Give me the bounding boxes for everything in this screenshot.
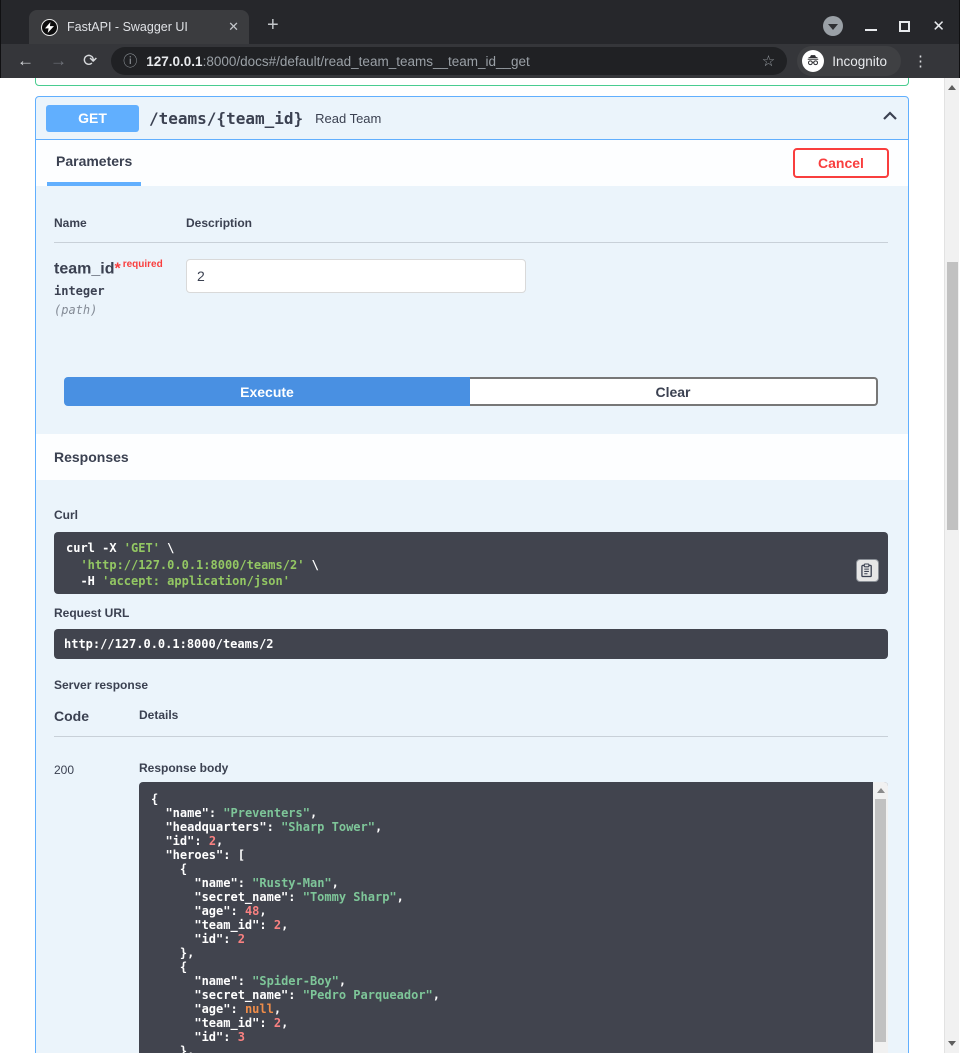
parameter-type: integer	[54, 284, 186, 298]
update-indicator-icon[interactable]	[823, 16, 843, 36]
maximize-button[interactable]	[899, 21, 910, 32]
new-tab-button[interactable]: +	[267, 14, 279, 37]
execute-row: Execute Clear	[64, 377, 878, 406]
parameters-section: Name Description team_id*required intege…	[36, 186, 908, 434]
parameter-name: team_id*required	[54, 259, 186, 278]
details-column-header: Details	[139, 708, 888, 724]
incognito-icon	[802, 50, 824, 72]
scroll-up-icon[interactable]	[877, 788, 885, 793]
parameter-row: team_id*required integer (path)	[54, 243, 888, 317]
curl-label: Curl	[54, 508, 888, 522]
reload-button[interactable]: ⟳	[83, 51, 97, 71]
browser-toolbar: ← → ⟳ ⓘ 127.0.0.1:8000/docs#/default/rea…	[0, 44, 960, 78]
response-body-block: { "name": "Preventers", "headquarters": …	[139, 782, 888, 1053]
scrollbar-thumb[interactable]	[875, 799, 886, 1042]
team-id-input[interactable]	[186, 259, 526, 293]
browser-titlebar: FastAPI - Swagger UI ✕ + ✕	[0, 0, 960, 44]
parameters-header: Parameters Cancel	[36, 140, 908, 186]
request-url-value: http://127.0.0.1:8000/teams/2	[54, 629, 888, 659]
code-column-header: Code	[54, 708, 139, 724]
bookmark-star-icon[interactable]: ☆	[762, 52, 775, 70]
tab-title: FastAPI - Swagger UI	[67, 20, 222, 34]
previous-opblock-partial	[35, 78, 909, 86]
swagger-page: GET /teams/{team_id} Read Team Parameter…	[0, 78, 960, 1053]
curl-command: curl -X 'GET' \ 'http://127.0.0.1:8000/t…	[54, 532, 888, 594]
collapse-chevron-icon[interactable]	[880, 106, 900, 131]
get-opblock: GET /teams/{team_id} Read Team Parameter…	[35, 96, 909, 1053]
endpoint-path: /teams/{team_id}	[149, 109, 303, 128]
parameter-location: (path)	[54, 303, 186, 317]
page-scroll-down-icon[interactable]	[948, 1041, 956, 1046]
forward-button[interactable]: →	[50, 51, 67, 71]
page-scrollbar[interactable]	[944, 78, 959, 1053]
minimize-button[interactable]	[865, 29, 877, 31]
url-text: 127.0.0.1:8000/docs#/default/read_team_t…	[146, 54, 754, 69]
response-body-scrollbar[interactable]	[873, 782, 888, 1053]
tab-close-icon[interactable]: ✕	[228, 19, 239, 35]
column-header-name: Name	[54, 216, 186, 230]
cancel-button[interactable]: Cancel	[793, 148, 889, 178]
opblock-summary[interactable]: GET /teams/{team_id} Read Team	[36, 97, 908, 140]
request-url-label: Request URL	[54, 606, 888, 620]
back-button[interactable]: ←	[17, 51, 34, 71]
incognito-label: Incognito	[832, 54, 887, 69]
endpoint-summary: Read Team	[315, 111, 381, 126]
required-badge: required	[123, 259, 163, 270]
browser-menu-icon[interactable]: ⋮	[913, 52, 928, 70]
execute-button[interactable]: Execute	[64, 377, 470, 406]
copy-icon[interactable]	[856, 559, 879, 582]
address-bar[interactable]: ⓘ 127.0.0.1:8000/docs#/default/read_team…	[111, 47, 787, 75]
response-body-label: Response body	[139, 761, 888, 775]
clear-button[interactable]: Clear	[470, 377, 878, 406]
response-body-json: { "name": "Preventers", "headquarters": …	[139, 782, 888, 1053]
tab-parameters[interactable]: Parameters	[47, 140, 141, 186]
window-close-button[interactable]: ✕	[932, 19, 945, 34]
status-code: 200	[54, 753, 139, 1053]
page-scrollbar-thumb[interactable]	[947, 262, 958, 530]
column-header-description: Description	[186, 216, 888, 230]
page-scroll-up-icon[interactable]	[948, 85, 956, 90]
responses-title: Responses	[54, 449, 129, 465]
responses-header: Responses	[36, 434, 908, 480]
incognito-badge: Incognito	[797, 46, 901, 76]
browser-tab[interactable]: FastAPI - Swagger UI ✕	[29, 10, 249, 44]
method-badge: GET	[46, 105, 139, 132]
server-response-label: Server response	[54, 678, 888, 692]
site-info-icon[interactable]: ⓘ	[123, 51, 137, 71]
fastapi-favicon-icon	[41, 19, 58, 36]
responses-section: Curl curl -X 'GET' \ 'http://127.0.0.1:8…	[36, 480, 908, 1053]
